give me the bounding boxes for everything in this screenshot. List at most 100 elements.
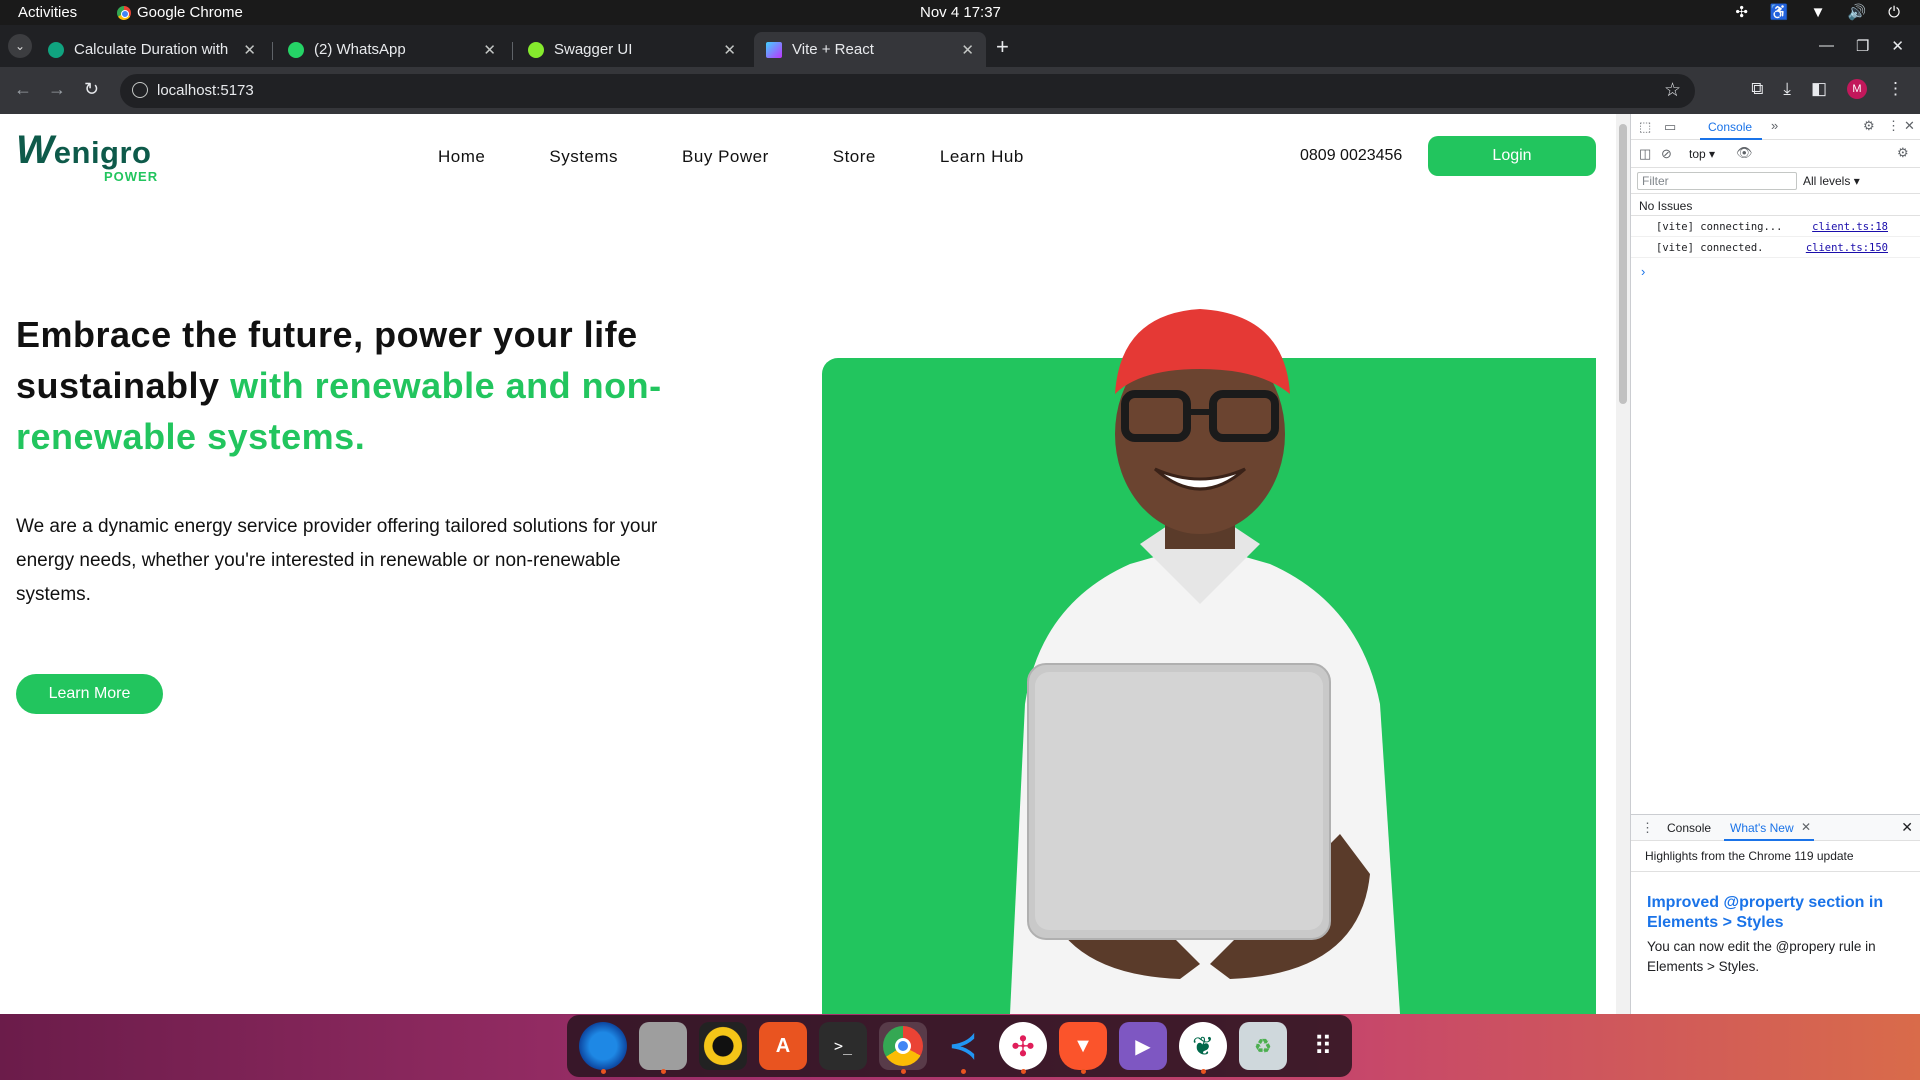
close-tab-icon[interactable]: ✕ [723, 41, 736, 59]
new-tab-button[interactable]: + [996, 36, 1009, 58]
clear-console-icon[interactable]: ⊘ [1661, 146, 1672, 162]
scrollbar-thumb[interactable] [1619, 124, 1627, 404]
accessibility-icon[interactable]: ♿ [1770, 3, 1789, 21]
thunderbird-icon[interactable] [579, 1022, 627, 1074]
hero-description: We are a dynamic energy service provider… [16, 516, 658, 605]
device-toolbar-icon[interactable]: ▭ [1664, 119, 1676, 135]
close-drawer-icon[interactable]: ✕ [1901, 819, 1913, 836]
drawer-tab-console[interactable]: Console [1667, 821, 1711, 835]
side-panel-icon[interactable]: ◧ [1811, 79, 1827, 99]
running-indicator [1201, 1069, 1206, 1074]
log-source-link[interactable]: client.ts:18 [1812, 221, 1888, 233]
devtools-tab-console[interactable]: Console [1699, 120, 1763, 140]
tab-swagger[interactable]: Swagger UI ✕ [516, 32, 748, 67]
clock[interactable]: Nov 4 17:37 [920, 4, 1001, 21]
close-drawer-tab-icon[interactable]: ✕ [1801, 820, 1811, 834]
activities-button[interactable]: Activities [18, 4, 77, 21]
trash-icon[interactable]: ♻ [1239, 1022, 1287, 1070]
learn-more-button[interactable]: Learn More [16, 674, 163, 714]
nav-buy-power[interactable]: Buy Power [682, 147, 769, 167]
bookmark-star-icon[interactable]: ☆ [1664, 79, 1681, 102]
tab-vite-react[interactable]: Vite + React ✕ [754, 32, 986, 67]
video-player-icon[interactable]: ▶ [1119, 1022, 1167, 1070]
minimize-icon[interactable]: — [1819, 37, 1834, 55]
levels-label: All levels [1803, 174, 1851, 188]
logo-letter: W [16, 128, 54, 172]
more-tabs-icon[interactable]: » [1771, 118, 1778, 133]
console-filter-input[interactable]: Filter [1637, 172, 1797, 190]
maximize-icon[interactable]: ❐ [1856, 37, 1869, 55]
devtools-panel: ⬚ ▭ Console » ⚙ ⋮ ✕ ◫ ⊘ top ▾ 👁 ⚙ Filter… [1630, 114, 1920, 1014]
system-tray[interactable]: ✣ ♿ ▼ 🔊 ⏻ [1735, 3, 1900, 22]
chrome-logo-center [895, 1038, 911, 1054]
mongodb-compass-icon[interactable]: ❦ [1179, 1022, 1227, 1074]
log-source-link[interactable]: client.ts:150 [1806, 242, 1888, 254]
wifi-icon[interactable]: ▼ [1811, 4, 1826, 21]
running-indicator [1021, 1069, 1026, 1074]
brave-icon[interactable]: ▼ [1059, 1022, 1107, 1074]
devtools-drawer: ⋮ Console What's New ✕ ✕ Highlights from… [1631, 814, 1920, 1014]
show-apps-icon[interactable]: ⠿ [1299, 1022, 1347, 1070]
inspect-element-icon[interactable]: ⬚ [1639, 119, 1651, 135]
app-menu[interactable]: Google Chrome [117, 4, 243, 21]
profile-avatar[interactable]: M [1847, 79, 1867, 99]
nav-home[interactable]: Home [438, 147, 485, 167]
console-filter-row: Filter All levels ▾ [1631, 168, 1920, 194]
rhythmbox-icon[interactable] [699, 1022, 747, 1070]
chrome-menu-icon[interactable]: ⋮ [1887, 79, 1904, 99]
back-icon[interactable]: ← [14, 79, 32, 100]
terminal-icon[interactable]: >_ [819, 1022, 867, 1070]
slack-tray-icon[interactable]: ✣ [1735, 3, 1748, 21]
running-indicator [901, 1069, 906, 1074]
live-expression-icon[interactable]: 👁 [1736, 145, 1753, 161]
files-icon[interactable] [639, 1022, 687, 1074]
devtools-menu-icon[interactable]: ⋮ [1887, 118, 1900, 134]
chrome-dock-icon[interactable] [879, 1022, 927, 1074]
swagger-icon [528, 41, 544, 58]
tab-search-button[interactable]: ⌄ [8, 34, 32, 58]
nav-store[interactable]: Store [833, 147, 876, 167]
phone-number[interactable]: 0809 0023456 [1300, 147, 1402, 165]
reload-icon[interactable]: ↻ [84, 79, 99, 100]
logo-subtext: POWER [104, 169, 159, 184]
issues-status[interactable]: No Issues [1631, 194, 1920, 216]
download-icon[interactable]: ⤓ [1783, 79, 1791, 99]
vscode-icon[interactable]: ≺ [939, 1022, 987, 1074]
settings-icon[interactable]: ⚙ [1863, 118, 1875, 134]
console-prompt-icon[interactable]: › [1641, 264, 1645, 279]
nav-learn-hub[interactable]: Learn Hub [940, 147, 1024, 167]
sidebar-toggle-icon[interactable]: ◫ [1639, 146, 1651, 162]
context-selector[interactable]: top ▾ [1689, 147, 1715, 161]
page-viewport: Wenigro POWER Home Systems Buy Power Sto… [0, 114, 1616, 1014]
tab-chatgpt[interactable]: Calculate Duration with ✕ [36, 32, 268, 67]
close-tab-icon[interactable]: ✕ [961, 41, 974, 59]
close-devtools-icon[interactable]: ✕ [1904, 118, 1915, 134]
nav-systems[interactable]: Systems [549, 147, 618, 167]
close-tab-icon[interactable]: ✕ [243, 41, 256, 59]
close-tab-icon[interactable]: ✕ [483, 41, 496, 59]
whats-new-description: You can now edit the @propery rule in El… [1647, 939, 1876, 974]
login-button[interactable]: Login [1428, 136, 1596, 176]
drawer-menu-icon[interactable]: ⋮ [1641, 820, 1654, 836]
page-vertical-scrollbar[interactable] [1616, 114, 1630, 1014]
forward-icon[interactable]: → [48, 79, 66, 100]
extensions-icon[interactable]: ⧉ [1751, 79, 1763, 99]
software-center-icon[interactable]: A [759, 1022, 807, 1070]
app-name: Google Chrome [137, 4, 243, 21]
chrome-icon [117, 5, 131, 20]
site-info-icon[interactable] [132, 82, 148, 98]
power-icon[interactable]: ⏻ [1888, 4, 1900, 21]
slack-icon[interactable]: ✣ [999, 1022, 1047, 1074]
wenigro-logo[interactable]: Wenigro POWER [16, 128, 157, 184]
vite-icon [766, 41, 782, 58]
console-settings-icon[interactable]: ⚙ [1897, 145, 1909, 161]
tab-whatsapp[interactable]: (2) WhatsApp ✕ [276, 32, 508, 67]
whats-new-title-link[interactable]: Improved @property section in Elements >… [1647, 893, 1897, 933]
address-bar[interactable]: localhost:5173 ☆ [120, 74, 1695, 108]
url-text[interactable]: localhost:5173 [157, 82, 254, 99]
log-message: [vite] connected. [1656, 242, 1764, 254]
drawer-tab-whats-new[interactable]: What's New [1724, 821, 1814, 841]
close-window-icon[interactable]: ✕ [1891, 37, 1904, 55]
volume-icon[interactable]: 🔊 [1847, 3, 1866, 21]
log-levels-dropdown[interactable]: All levels ▾ [1803, 174, 1860, 188]
